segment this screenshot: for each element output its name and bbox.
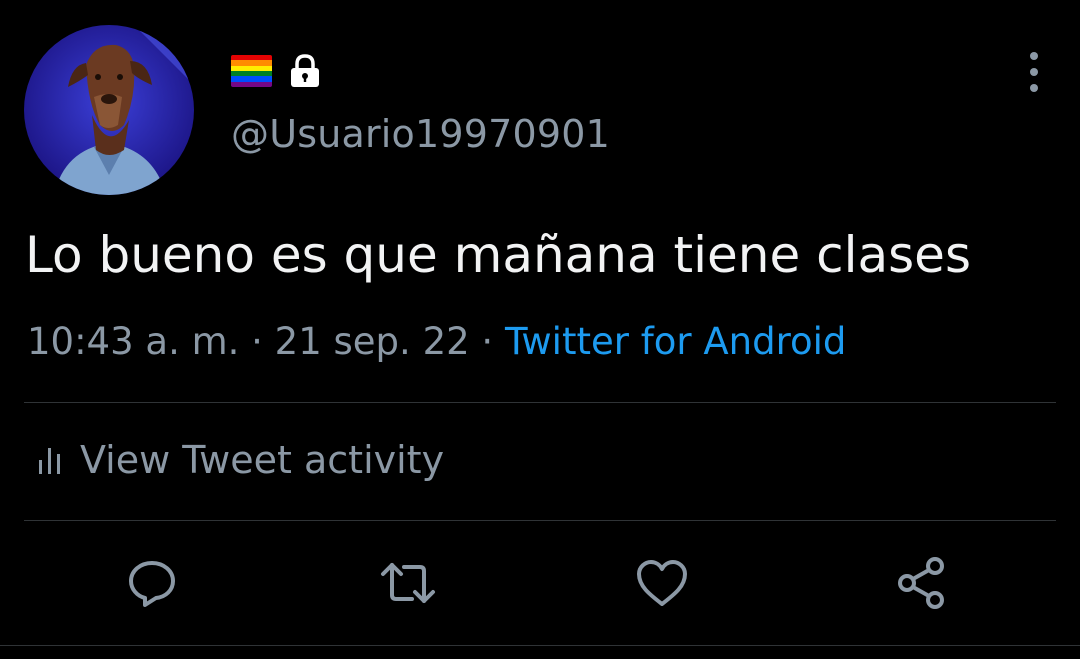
divider — [24, 402, 1056, 403]
tweet-text: Lo bueno es que mañana tiene clases — [25, 226, 971, 284]
lock-icon — [288, 53, 322, 89]
display-name-row — [231, 53, 322, 89]
user-handle[interactable]: @Usuario19970901 — [231, 112, 610, 156]
divider — [0, 645, 1080, 646]
rainbow-flag-icon — [231, 55, 272, 87]
bar-chart-icon — [36, 444, 64, 476]
tweet-meta: 10:43 a. m. · 21 sep. 22 · Twitter for A… — [27, 320, 846, 363]
tweet-detail: @Usuario19970901 Lo bueno es que mañana … — [0, 0, 1080, 659]
activity-label: View Tweet activity — [80, 438, 445, 482]
view-tweet-activity-button[interactable]: View Tweet activity — [36, 438, 444, 482]
retweet-icon[interactable] — [380, 555, 436, 611]
divider — [24, 520, 1056, 521]
more-vertical-icon[interactable] — [1022, 52, 1046, 92]
reply-icon[interactable] — [124, 555, 180, 611]
tweet-actions — [0, 555, 1080, 611]
share-icon[interactable] — [894, 555, 950, 611]
tweet-source-link[interactable]: Twitter for Android — [505, 320, 846, 363]
heart-icon[interactable] — [634, 555, 690, 611]
tweet-timestamp: 10:43 a. m. · 21 sep. 22 · — [27, 320, 505, 363]
avatar[interactable] — [24, 25, 194, 195]
flag-stripe — [231, 81, 272, 87]
